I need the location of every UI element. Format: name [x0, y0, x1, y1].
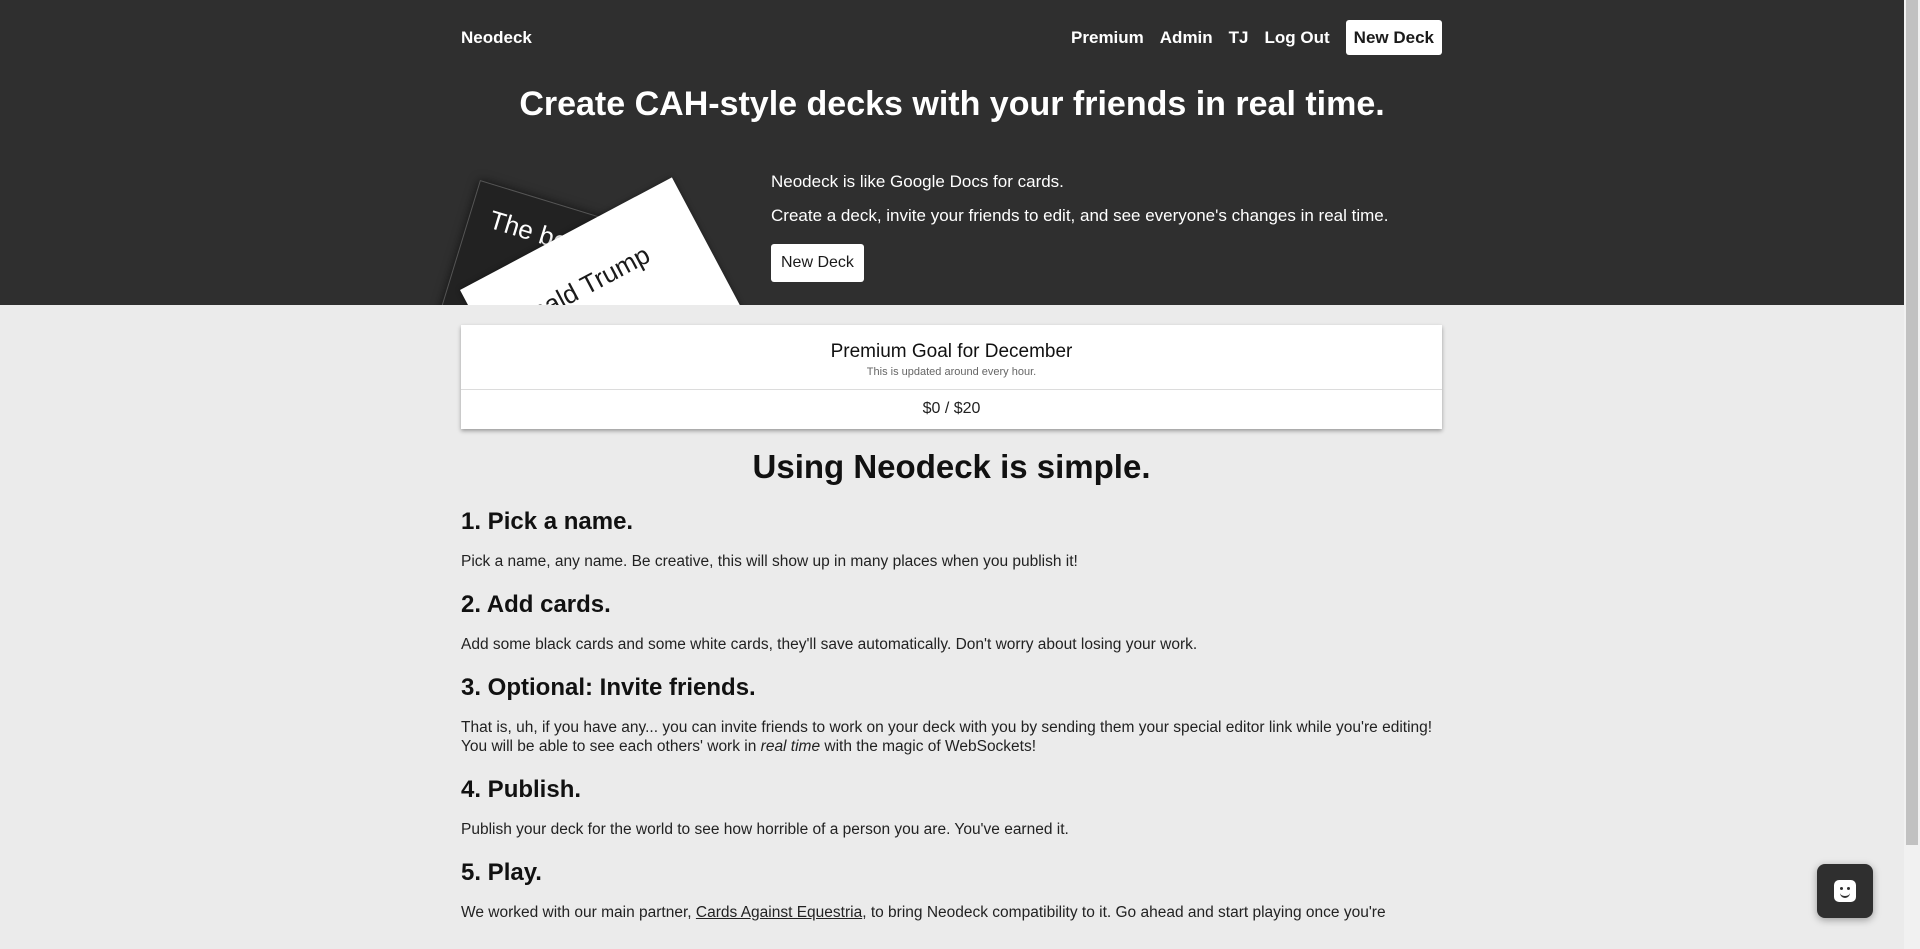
step-text-emphasis: real time — [760, 738, 821, 755]
brand-link[interactable]: Neodeck — [461, 28, 532, 48]
goal-title: Premium Goal for December — [830, 341, 1073, 362]
step-3: 3. Optional: Invite friends. That is, uh… — [461, 674, 1442, 756]
page: Neodeck Premium Admin TJ Log Out New Dec… — [0, 0, 1920, 949]
step-text-part: We worked with our main partner, — [461, 904, 696, 921]
step-title: 2. Add cards. — [461, 591, 611, 618]
hero-copy: Neodeck is like Google Docs for cards. C… — [771, 172, 1471, 282]
hero: Neodeck Premium Admin TJ Log Out New Dec… — [0, 0, 1904, 305]
hero-description: Create a deck, invite your friends to ed… — [771, 206, 1389, 225]
main-content: Using Neodeck is simple. 1. Pick a name.… — [461, 448, 1442, 942]
smiley-chat-icon — [1834, 880, 1856, 902]
step-5: 5. Play. We worked with our main partner… — [461, 859, 1442, 922]
step-title: 3. Optional: Invite friends. — [461, 674, 756, 701]
hero-title: Create CAH-style decks with your friends… — [519, 85, 1385, 123]
goal-divider — [461, 389, 1442, 390]
chat-widget-button[interactable] — [1817, 864, 1873, 918]
goal-amount: $0 / $20 — [922, 400, 981, 417]
nav-new-deck-button[interactable]: New Deck — [1345, 20, 1442, 55]
scrollbar[interactable] — [1904, 0, 1920, 949]
step-text: That is, uh, if you have any... you can … — [461, 718, 1442, 756]
nav-admin-link[interactable]: Admin — [1160, 28, 1213, 48]
hero-new-deck-button[interactable]: New Deck — [771, 244, 864, 282]
step-text-part: with the magic of WebSockets! — [820, 738, 1037, 755]
step-text: Publish your deck for the world to see h… — [461, 821, 1069, 838]
step-text: Add some black cards and some white card… — [461, 636, 1198, 653]
scrollbar-thumb[interactable] — [1906, 0, 1918, 845]
chat-icon-eye — [1847, 887, 1850, 890]
premium-goal-card: Premium Goal for December This is update… — [461, 325, 1442, 429]
nav-logout-link[interactable]: Log Out — [1265, 28, 1330, 48]
hero-tagline: Neodeck is like Google Docs for cards. — [771, 172, 1064, 191]
nav-premium-link[interactable]: Premium — [1071, 28, 1144, 48]
step-text: We worked with our main partner, Cards A… — [461, 903, 1442, 922]
chat-icon-mouth — [1840, 891, 1850, 898]
nav-user-link[interactable]: TJ — [1229, 28, 1249, 48]
step-title: 1. Pick a name. — [461, 508, 634, 535]
step-text: Pick a name, any name. Be creative, this… — [461, 553, 1078, 570]
top-nav: Neodeck Premium Admin TJ Log Out New Dec… — [461, 20, 1442, 55]
hero-cards-illustration: The best cure Donald Trump — [391, 160, 823, 305]
cards-against-equestria-link[interactable]: Cards Against Equestria — [696, 904, 862, 921]
step-4: 4. Publish. Publish your deck for the wo… — [461, 776, 1442, 839]
step-2: 2. Add cards. Add some black cards and s… — [461, 591, 1442, 654]
chat-icon-eye — [1840, 887, 1843, 890]
step-1: 1. Pick a name. Pick a name, any name. B… — [461, 508, 1442, 571]
goal-subtitle: This is updated around every hour. — [866, 366, 1037, 378]
step-text-part: , to bring Neodeck compatibility to it. … — [862, 904, 1386, 921]
step-title: 5. Play. — [461, 859, 542, 886]
content-heading: Using Neodeck is simple. — [752, 448, 1151, 485]
step-title: 4. Publish. — [461, 776, 582, 803]
nav-links: Premium Admin TJ Log Out New Deck — [1055, 20, 1442, 55]
